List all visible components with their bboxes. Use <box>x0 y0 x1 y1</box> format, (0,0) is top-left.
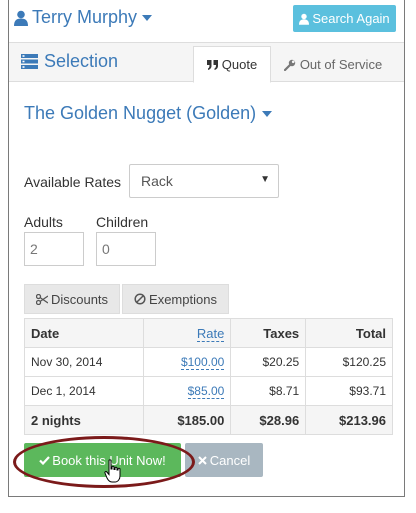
ban-icon <box>134 293 146 305</box>
check-icon <box>39 455 51 465</box>
selection-title: Selection <box>21 51 118 72</box>
tab-discounts[interactable]: Discounts <box>24 284 120 314</box>
cancel-button[interactable]: Cancel <box>185 443 263 477</box>
row-total: $120.25 <box>305 347 393 377</box>
user-icon <box>299 13 310 25</box>
times-icon <box>198 455 207 465</box>
chevron-down-icon <box>142 14 153 21</box>
adults-label: Adults <box>24 214 63 230</box>
tab-quote-label: Quote <box>221 57 258 72</box>
children-label: Children <box>96 214 149 230</box>
adults-input[interactable]: 2 <box>24 232 84 266</box>
scissors-icon <box>35 293 48 305</box>
row-date: Nov 30, 2014 <box>24 347 144 377</box>
total-taxes: $28.96 <box>230 405 307 435</box>
total-nights: 2 nights <box>24 405 144 435</box>
column-header-rate[interactable]: Rate <box>142 318 232 348</box>
hotel-name: The Golden Nugget (Golden) <box>24 103 257 123</box>
column-header-taxes: Taxes <box>230 318 307 348</box>
select-arrow-icon: ▼ <box>260 174 270 185</box>
tab-exemptions-label: Exemptions <box>149 291 217 307</box>
quote-panel: Terry Murphy Search Again Selection Quot… <box>8 0 405 497</box>
tab-out-of-service[interactable]: Out of Service <box>277 46 389 83</box>
table-header-row: Date Rate Taxes Total <box>24 318 393 348</box>
table-row: Nov 30, 2014 $100.00 $20.25 $120.25 <box>24 347 393 377</box>
total-rate: $185.00 <box>142 405 232 435</box>
hand-cursor-icon <box>104 459 121 483</box>
selection-tabs-row: Selection Quote Out of Service <box>9 42 404 83</box>
search-again-button[interactable]: Search Again <box>293 5 396 32</box>
table-total-row: 2 nights $185.00 $28.96 $213.96 <box>24 405 393 435</box>
tab-exemptions[interactable]: Exemptions <box>122 284 229 314</box>
tab-out-of-service-label: Out of Service <box>299 57 383 72</box>
rates-table: Date Rate Taxes Total Nov 30, 2014 $100.… <box>24 318 393 435</box>
user-icon <box>14 10 28 26</box>
rate-link[interactable]: $85.00 <box>187 384 225 399</box>
row-taxes: $20.25 <box>230 347 307 377</box>
children-input[interactable]: 0 <box>96 232 156 266</box>
row-taxes: $8.71 <box>230 376 307 406</box>
user-menu[interactable]: Terry Murphy <box>14 7 156 28</box>
rate-link[interactable]: $100.00 <box>180 355 225 370</box>
list-icon <box>21 54 38 69</box>
total-amount: $213.96 <box>305 405 393 435</box>
row-total: $93.71 <box>305 376 393 406</box>
top-bar: Terry Murphy Search Again <box>9 0 404 36</box>
column-header-total: Total <box>305 318 393 348</box>
selection-title-label: Selection <box>44 51 119 71</box>
available-rates-label: Available Rates <box>24 174 122 190</box>
column-header-date: Date <box>24 318 144 348</box>
row-rate[interactable]: $85.00 <box>142 376 232 406</box>
quote-icon <box>206 59 218 70</box>
tab-discounts-label: Discounts <box>50 291 109 307</box>
rate-header-link[interactable]: Rate <box>196 325 225 342</box>
available-rates-select[interactable]: Rack ▼ <box>129 164 279 198</box>
book-unit-button[interactable]: Book this Unit Now! <box>24 443 181 477</box>
adults-value: 2 <box>30 241 38 257</box>
children-value: 0 <box>102 241 110 257</box>
cancel-label: Cancel <box>209 452 251 468</box>
search-again-label: Search Again <box>312 11 390 26</box>
row-rate[interactable]: $100.00 <box>142 347 232 377</box>
hotel-selector[interactable]: The Golden Nugget (Golden) <box>24 103 273 124</box>
chevron-down-icon <box>262 110 273 117</box>
wrench-icon <box>283 59 296 71</box>
table-row: Dec 1, 2014 $85.00 $8.71 $93.71 <box>24 376 393 406</box>
user-name: Terry Murphy <box>32 7 138 27</box>
tab-quote[interactable]: Quote <box>193 46 271 83</box>
row-date: Dec 1, 2014 <box>24 376 144 406</box>
available-rates-value: Rack <box>141 173 173 189</box>
